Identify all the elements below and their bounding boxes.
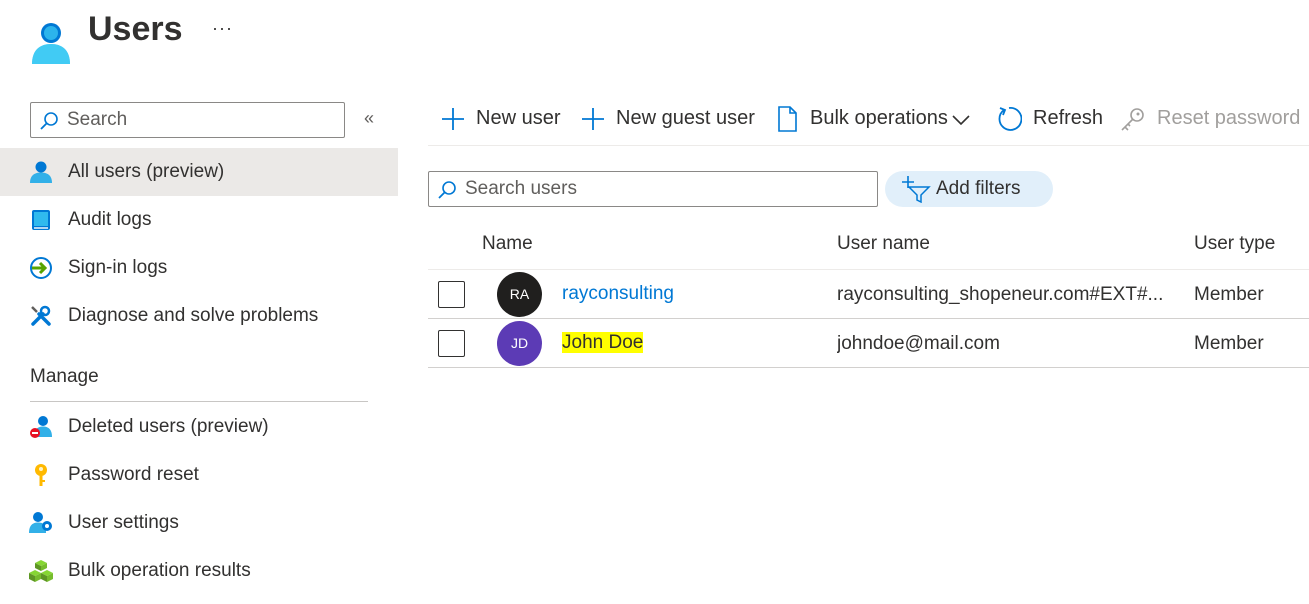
sidebar-search-box[interactable] bbox=[30, 102, 345, 138]
reset-password-button[interactable]: Reset password bbox=[1120, 104, 1300, 136]
document-icon bbox=[778, 106, 797, 132]
sidebar-item-label: Sign-in logs bbox=[68, 257, 168, 278]
add-filters-label: Add filters bbox=[936, 178, 1021, 199]
sidebar-item-audit-logs[interactable]: Audit logs bbox=[0, 196, 398, 244]
sidebar-search-input[interactable] bbox=[67, 105, 337, 135]
key-icon bbox=[1121, 108, 1144, 131]
user-principal-name: johndoe@mail.com bbox=[837, 333, 1000, 354]
table-header: Name User name User type bbox=[428, 220, 1309, 270]
user-icon bbox=[30, 161, 52, 183]
refresh-button[interactable]: Refresh bbox=[996, 104, 1106, 136]
page-header: Users ··· bbox=[0, 0, 1309, 80]
sidebar: « All users (preview) Audit logs Sign-in… bbox=[0, 96, 398, 604]
column-header-user-name[interactable]: User name bbox=[837, 233, 930, 255]
avatar: JD bbox=[497, 321, 542, 366]
sidebar-item-label: Diagnose and solve problems bbox=[68, 305, 319, 326]
plus-icon bbox=[442, 108, 464, 130]
deleted-user-icon bbox=[30, 416, 52, 438]
sidebar-item-label: User settings bbox=[68, 512, 179, 533]
bulk-operations-label: Bulk operations bbox=[810, 107, 948, 129]
sidebar-item-label: Deleted users (preview) bbox=[68, 416, 269, 437]
refresh-icon bbox=[998, 107, 1022, 131]
user-type: Member bbox=[1194, 284, 1264, 305]
new-guest-user-label: New guest user bbox=[616, 107, 755, 129]
search-icon bbox=[40, 112, 58, 130]
sidebar-item-user-settings[interactable]: User settings bbox=[0, 499, 398, 547]
user-settings-icon bbox=[29, 512, 52, 533]
search-users-input[interactable] bbox=[465, 174, 865, 204]
wrench-icon bbox=[31, 305, 51, 326]
new-user-label: New user bbox=[476, 107, 561, 129]
sidebar-item-label: Audit logs bbox=[68, 209, 152, 230]
sidebar-item-diagnose[interactable]: Diagnose and solve problems bbox=[0, 292, 398, 340]
key-icon bbox=[35, 464, 47, 486]
row-checkbox[interactable] bbox=[438, 330, 465, 357]
table-row[interactable]: JD John Doe johndoe@mail.com Member bbox=[428, 319, 1309, 368]
sidebar-item-label: All users (preview) bbox=[68, 161, 225, 182]
section-divider bbox=[30, 401, 368, 402]
sidebar-item-all-users[interactable]: All users (preview) bbox=[0, 148, 398, 196]
avatar: RA bbox=[497, 272, 542, 317]
user-type: Member bbox=[1194, 333, 1264, 354]
sidebar-item-bulk-results[interactable]: Bulk operation results bbox=[0, 547, 398, 595]
more-options-button[interactable]: ··· bbox=[212, 18, 233, 39]
row-checkbox[interactable] bbox=[438, 281, 465, 308]
new-guest-user-button[interactable]: New guest user bbox=[580, 104, 755, 136]
sidebar-item-label: Bulk operation results bbox=[68, 560, 251, 581]
add-filter-icon bbox=[902, 176, 931, 203]
search-highlight: John Doe bbox=[562, 332, 644, 353]
user-principal-name: rayconsulting_shopeneur.com#EXT#... bbox=[837, 284, 1164, 305]
users-icon bbox=[32, 23, 70, 64]
plus-icon bbox=[582, 108, 604, 130]
sidebar-item-label: Password reset bbox=[68, 464, 199, 485]
sidebar-item-sign-in-logs[interactable]: Sign-in logs bbox=[0, 244, 398, 292]
audit-log-icon bbox=[32, 210, 50, 230]
new-user-button[interactable]: New user bbox=[440, 104, 560, 136]
table-row[interactable]: RA rayconsulting rayconsulting_shopeneur… bbox=[428, 270, 1309, 319]
column-header-name[interactable]: Name bbox=[482, 233, 533, 255]
sidebar-item-deleted-users[interactable]: Deleted users (preview) bbox=[0, 403, 398, 451]
chevron-down-icon bbox=[952, 115, 970, 126]
page-title: Users bbox=[88, 10, 183, 48]
collapse-sidebar-button[interactable]: « bbox=[364, 108, 374, 129]
column-header-user-type[interactable]: User type bbox=[1194, 233, 1275, 255]
sidebar-item-password-reset[interactable]: Password reset bbox=[0, 451, 398, 499]
section-title-manage: Manage bbox=[30, 366, 99, 387]
user-display-name-link[interactable]: rayconsulting bbox=[562, 283, 674, 305]
cubes-icon bbox=[29, 560, 53, 582]
search-icon bbox=[438, 181, 456, 199]
refresh-label: Refresh bbox=[1033, 107, 1104, 129]
user-display-name-link[interactable]: John Doe bbox=[562, 332, 644, 354]
bulk-operations-button[interactable]: Bulk operations bbox=[774, 104, 974, 136]
search-users-box[interactable] bbox=[428, 171, 878, 207]
add-filters-button[interactable]: Add filters bbox=[885, 171, 1053, 207]
sign-in-icon bbox=[30, 257, 52, 279]
reset-password-label: Reset password bbox=[1157, 107, 1301, 129]
command-bar: New user New guest user Bulk operations … bbox=[428, 96, 1309, 146]
